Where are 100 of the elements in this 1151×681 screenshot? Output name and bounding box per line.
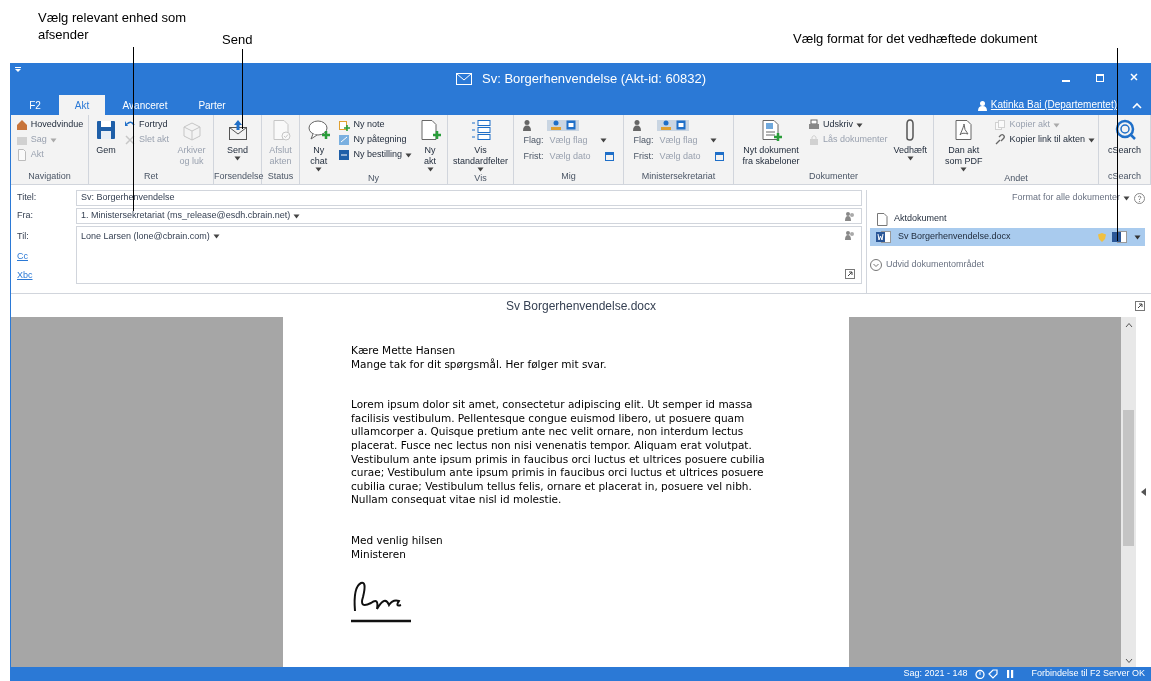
chevron-circle-icon (870, 258, 882, 271)
scrollbar[interactable] (1121, 317, 1136, 667)
document-paragraph: Lorem ipsum dolor sit amet, consectetur adipiscing elit. Ut semper id massa facilisis vestibulum. Pellentesque congue euismod libero, ut posuere quam ullamcorper a. Quisque pretium ante nec velit ornare, non interdum lectus placerat. Fusce nec lectus non nisi venenatis tempor. Aliquam erat volutpat. Vestibulum ante ipsum primis in faucibus orci luctus et ultrices posuere cubilia curae; Vestibulum ante ipsum primis in faucibus orci luctus et ultrices posuere cubilia curae; Vestibulum tellus felis, ornare et placerat in, posuere vel nibh. Nullam consequat vitae nisl id molestie. (351, 398, 766, 507)
caret-icon (1123, 195, 1130, 201)
ribbon-button[interactable]: Ny akt (416, 118, 444, 172)
calendar-icon[interactable] (714, 151, 724, 161)
document-text: Mange tak for dit spørgsmål. Her følger mit svar. (351, 357, 608, 372)
contacts-icon[interactable] (845, 231, 855, 240)
caret-icon (293, 213, 301, 219)
caret-icon (960, 167, 968, 172)
printer-icon (807, 119, 820, 131)
note-plus-icon (338, 119, 351, 131)
document-text: Ministeren (351, 547, 407, 562)
expand-icon[interactable] (1135, 301, 1145, 311)
ribbon-group-label: Mig (560, 170, 577, 183)
flag-toggle-button[interactable] (547, 119, 580, 131)
ribbon-group-label: Status (266, 170, 295, 183)
user-link[interactable]: Katinka Bai (Departementet) (990, 97, 1117, 112)
timer-icon[interactable] (975, 669, 986, 679)
ribbon-menu-item[interactable]: Hovedvindue (15, 118, 84, 132)
envelope-icon (456, 73, 472, 85)
ribbon-button[interactable]: Vedhæft (891, 118, 930, 161)
caret-icon (1053, 122, 1060, 128)
field-label: Fra: (17, 209, 34, 223)
tab[interactable]: Akt (59, 95, 105, 115)
copy-icon (994, 119, 1007, 131)
person-icon (523, 119, 532, 131)
scroll-down-icon[interactable] (1124, 658, 1133, 664)
caret-left-icon (1141, 488, 1146, 496)
connection-status: Forbindelse til F2 Server OK (1031, 667, 1145, 681)
caret-icon (709, 138, 717, 144)
deadline-label: Frist: (523, 149, 544, 163)
document-list-item[interactable]: Sv Borgerhenvendelse.docx (870, 228, 1145, 246)
ribbon-group-label: Ret (143, 170, 159, 183)
ribbon-button[interactable]: Vis standardfelter (451, 118, 510, 172)
scroll-up-icon[interactable] (1124, 322, 1133, 328)
chat-bubble-plus-icon (306, 118, 331, 142)
help-icon[interactable] (1134, 192, 1145, 204)
ribbon-menu-item[interactable]: Ny påtegning (338, 133, 407, 147)
caret-icon (855, 122, 863, 128)
callout-text: Vælg format for det vedhæftede dokument (793, 30, 1038, 47)
document-list-item[interactable]: Aktdokument (870, 210, 1145, 228)
ribbon-button[interactable]: Send (223, 118, 252, 161)
annotation-icon (338, 134, 351, 146)
ribbon-menu-item[interactable]: Ny note (338, 118, 385, 132)
link[interactable]: Xbc (17, 269, 72, 283)
expand-documents-button[interactable]: Udvid dokumentområdet (870, 258, 1145, 272)
caret-icon (477, 167, 484, 172)
house-icon (15, 119, 28, 131)
link[interactable]: Cc (17, 249, 72, 263)
pause-icon[interactable] (1005, 669, 1016, 679)
scrollbar-thumb[interactable] (1123, 410, 1134, 546)
case-number: Sag: 2021 - 148 (903, 667, 968, 681)
word-document-icon (876, 231, 892, 243)
field-label: Til: (17, 230, 30, 243)
person-icon (633, 119, 642, 131)
ribbon-button[interactable]: Nyt dokument fra skabeloner (737, 118, 804, 167)
flag-person-icon (550, 119, 563, 131)
flag-person-icon (660, 119, 673, 131)
document-plus-icon (418, 118, 442, 142)
recipients-field[interactable]: Lone Larsen (lone@cbrain.com) (76, 226, 862, 284)
tab[interactable]: Parter (185, 95, 239, 115)
ribbon-menu-item[interactable]: Udskriv (807, 118, 863, 132)
calendar-icon (566, 120, 577, 130)
document-text: Kære Mette Hansen (351, 344, 457, 358)
ribbon-group-label: Forsendelse (214, 170, 261, 183)
calendar-icon[interactable] (604, 151, 614, 161)
tag-icon[interactable] (988, 669, 999, 679)
flag-label: Flag: (523, 134, 544, 147)
callout-text: Send (222, 31, 253, 48)
ribbon-menu-item[interactable]: Kopier link til akten (994, 133, 1095, 147)
collapse-ribbon-icon[interactable] (1131, 101, 1143, 111)
document-title: Sv Borgerhenvendelse.docx (505, 297, 657, 315)
caret-icon (212, 234, 220, 240)
callout-text: Vælg relevant enhed som afsender (38, 9, 188, 43)
caret-icon (315, 167, 323, 172)
shield-icon (1098, 232, 1106, 242)
caret-icon (49, 137, 57, 143)
expand-icon[interactable] (845, 269, 855, 279)
side-panel-toggle[interactable] (1136, 317, 1151, 667)
ribbon-button[interactable]: Gem (92, 118, 120, 156)
delete-icon (124, 134, 136, 146)
document-icon (876, 212, 888, 226)
ribbon-button[interactable]: Ny chat (303, 118, 335, 172)
flag-toggle-button[interactable] (657, 119, 690, 131)
caret-icon (599, 138, 607, 144)
ribbon-group-label: Andet (1003, 172, 1029, 185)
link-icon (994, 134, 1007, 146)
sender-dropdown[interactable]: 1. Ministersekretariat (ms_release@esdh.cbrain.net) (76, 208, 862, 224)
ribbon-group-label: Ministersekretariat (640, 170, 717, 183)
contacts-icon[interactable] (845, 212, 855, 221)
document-text: Med venlig hilsen (351, 533, 444, 548)
quick-access-icon[interactable] (14, 67, 22, 73)
person-icon (977, 101, 987, 111)
word-document-icon[interactable] (1112, 231, 1128, 243)
ribbon-group-label: Dokumenter (808, 170, 859, 183)
ribbon-button[interactable]: Dan akt som PDF (937, 118, 991, 172)
ribbon-menu-item[interactable]: Ny bestilling (338, 148, 412, 162)
paperclip-icon (906, 119, 915, 141)
tab[interactable]: F2 (11, 95, 59, 115)
